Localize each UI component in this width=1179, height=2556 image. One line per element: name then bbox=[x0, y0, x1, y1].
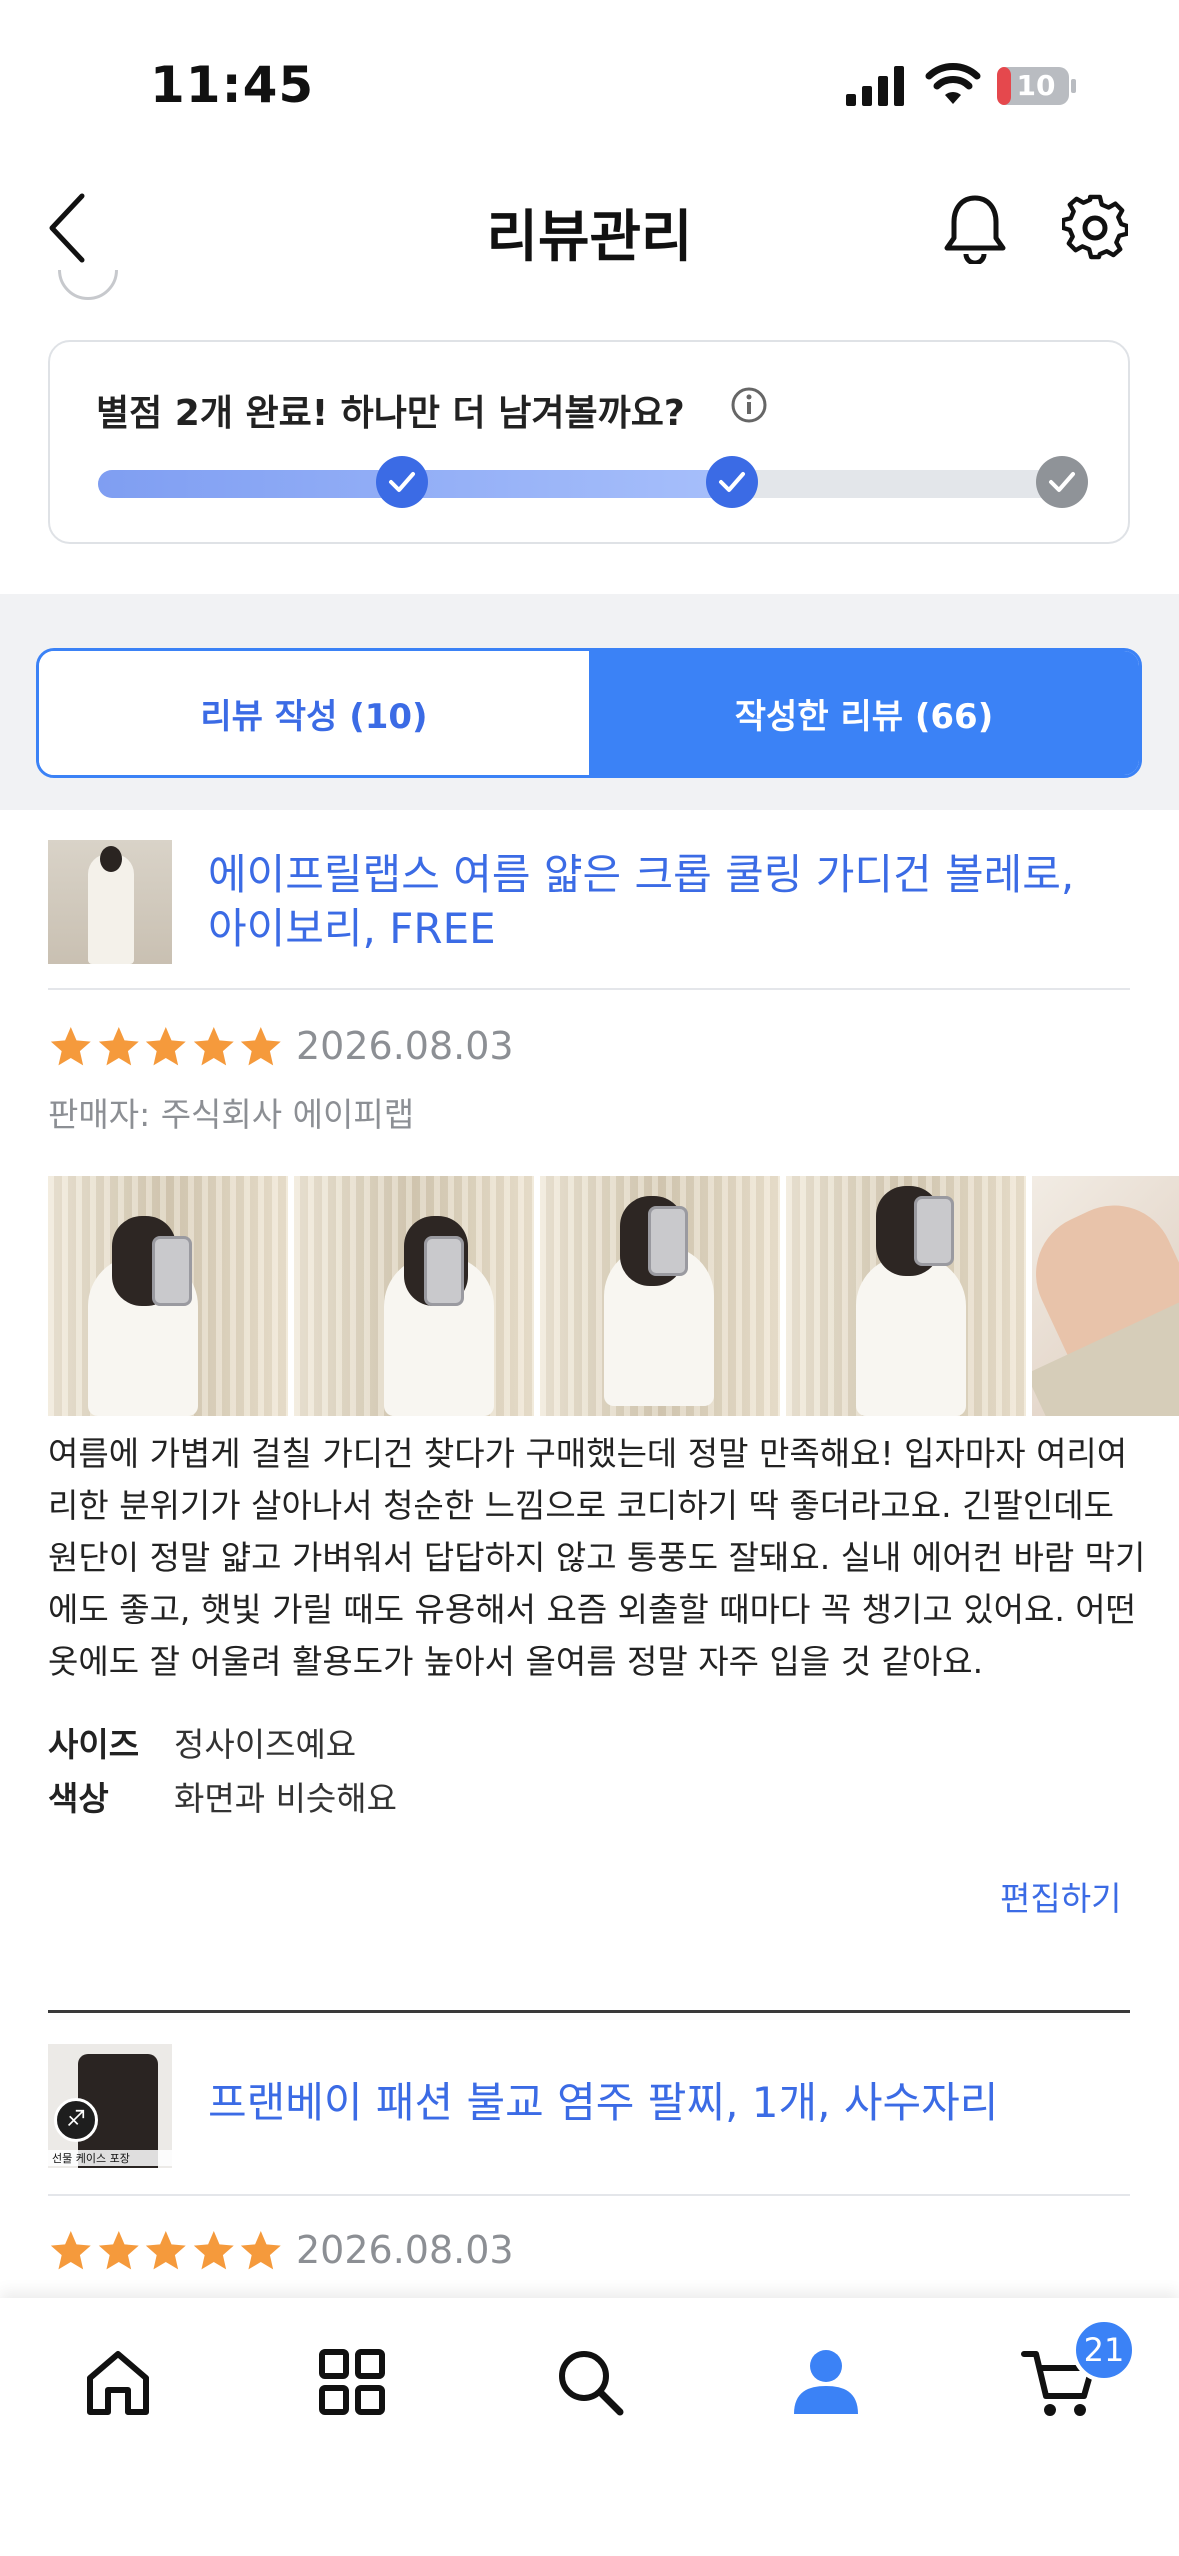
product-thumbnail[interactable] bbox=[48, 840, 172, 964]
star-icon bbox=[146, 1027, 186, 1066]
attribute-value: 정사이즈예요 bbox=[174, 1725, 357, 1764]
bottom-navigation bbox=[0, 2298, 1179, 2556]
star-icon bbox=[98, 2231, 139, 2270]
wifi-icon bbox=[925, 63, 981, 104]
search-icon[interactable] bbox=[550, 2342, 630, 2422]
review-photo[interactable] bbox=[48, 1176, 288, 1416]
progress-track bbox=[98, 470, 1074, 498]
review-photo-strip bbox=[48, 1176, 1179, 1416]
star-icon bbox=[98, 1027, 139, 1066]
section-divider bbox=[48, 2010, 1130, 2013]
review-photo[interactable] bbox=[1032, 1176, 1179, 1416]
cart-count-badge: 21 bbox=[1072, 2318, 1136, 2382]
star-icon bbox=[193, 1027, 234, 1066]
battery-level: 10 bbox=[1016, 69, 1056, 102]
attribute-value: 화면과 비슷해요 bbox=[174, 1779, 398, 1818]
review-progress-card: 별점 2개 완료! 하나만 더 남겨볼까요? bbox=[48, 340, 1130, 544]
star-icon bbox=[241, 2231, 282, 2270]
review-date: 2026.08.03 bbox=[296, 1024, 514, 1068]
categories-icon[interactable] bbox=[312, 2342, 392, 2422]
star-icon bbox=[241, 1027, 282, 1066]
review-date: 2026.08.03 bbox=[296, 2228, 514, 2272]
star-rating bbox=[48, 2228, 284, 2274]
progress-step-1 bbox=[376, 456, 428, 508]
product-name-link[interactable]: 프랜베이 패션 불교 염주 팔찌, 1개, 사수자리 bbox=[208, 2076, 1108, 2130]
header: 리뷰관리 bbox=[0, 170, 1179, 280]
star-icon bbox=[50, 2231, 91, 2270]
review-photo[interactable] bbox=[786, 1176, 1026, 1416]
product-thumbnail[interactable]: ♐ 선물 케이스 포장 bbox=[48, 2044, 172, 2168]
review-tabs: 리뷰 작성 (10) 작성한 리뷰 (66) bbox=[36, 648, 1142, 778]
progress-message: 별점 2개 완료! 하나만 더 남겨볼까요? bbox=[96, 393, 685, 434]
bell-icon[interactable] bbox=[942, 192, 1008, 264]
star-icon bbox=[146, 2231, 186, 2270]
star-icon bbox=[50, 1027, 91, 1066]
status-time: 11:45 bbox=[150, 56, 315, 114]
color-attribute: 색상 화면과 비슷해요 bbox=[48, 1772, 397, 1820]
divider bbox=[48, 2194, 1130, 2196]
edit-review-link[interactable]: 편집하기 bbox=[1000, 1872, 1121, 1920]
progress-step-2 bbox=[706, 456, 758, 508]
attribute-label: 색상 bbox=[48, 1779, 109, 1818]
progress-step-3 bbox=[1036, 456, 1088, 508]
review-photo[interactable] bbox=[540, 1176, 780, 1416]
check-icon bbox=[389, 472, 415, 492]
star-rating bbox=[48, 1024, 284, 1070]
product-name-link[interactable]: 에이프릴랩스 여름 얇은 크롭 쿨링 가디건 볼레로, 아이보리, FREE bbox=[208, 848, 1108, 956]
status-bar: 11:45 10 bbox=[0, 0, 1179, 160]
gear-icon[interactable] bbox=[1062, 194, 1128, 260]
cellular-signal-icon bbox=[846, 66, 904, 106]
star-icon bbox=[193, 2231, 234, 2270]
seller-name: 판매자: 주식회사 에이피랩 bbox=[48, 1095, 415, 1134]
review-text: 여름에 가볍게 걸칠 가디건 찾다가 구매했는데 정말 만족해요! 입자마자 여… bbox=[48, 1434, 1146, 1681]
tab-written-reviews[interactable]: 작성한 리뷰 (66) bbox=[589, 651, 1139, 775]
my-page-icon[interactable] bbox=[786, 2342, 866, 2422]
check-icon bbox=[1049, 472, 1075, 492]
info-icon[interactable] bbox=[730, 386, 768, 424]
attribute-label: 사이즈 bbox=[48, 1725, 140, 1764]
check-icon bbox=[719, 472, 745, 492]
tab-write-review[interactable]: 리뷰 작성 (10) bbox=[39, 651, 589, 775]
home-icon[interactable] bbox=[78, 2342, 158, 2422]
size-attribute: 사이즈 정사이즈예요 bbox=[48, 1718, 356, 1766]
thumbnail-caption: 선물 케이스 포장 bbox=[48, 2150, 172, 2166]
divider bbox=[48, 988, 1130, 990]
review-photo[interactable] bbox=[294, 1176, 534, 1416]
sagittarius-icon: ♐ bbox=[54, 2098, 98, 2142]
avatar bbox=[58, 270, 118, 304]
